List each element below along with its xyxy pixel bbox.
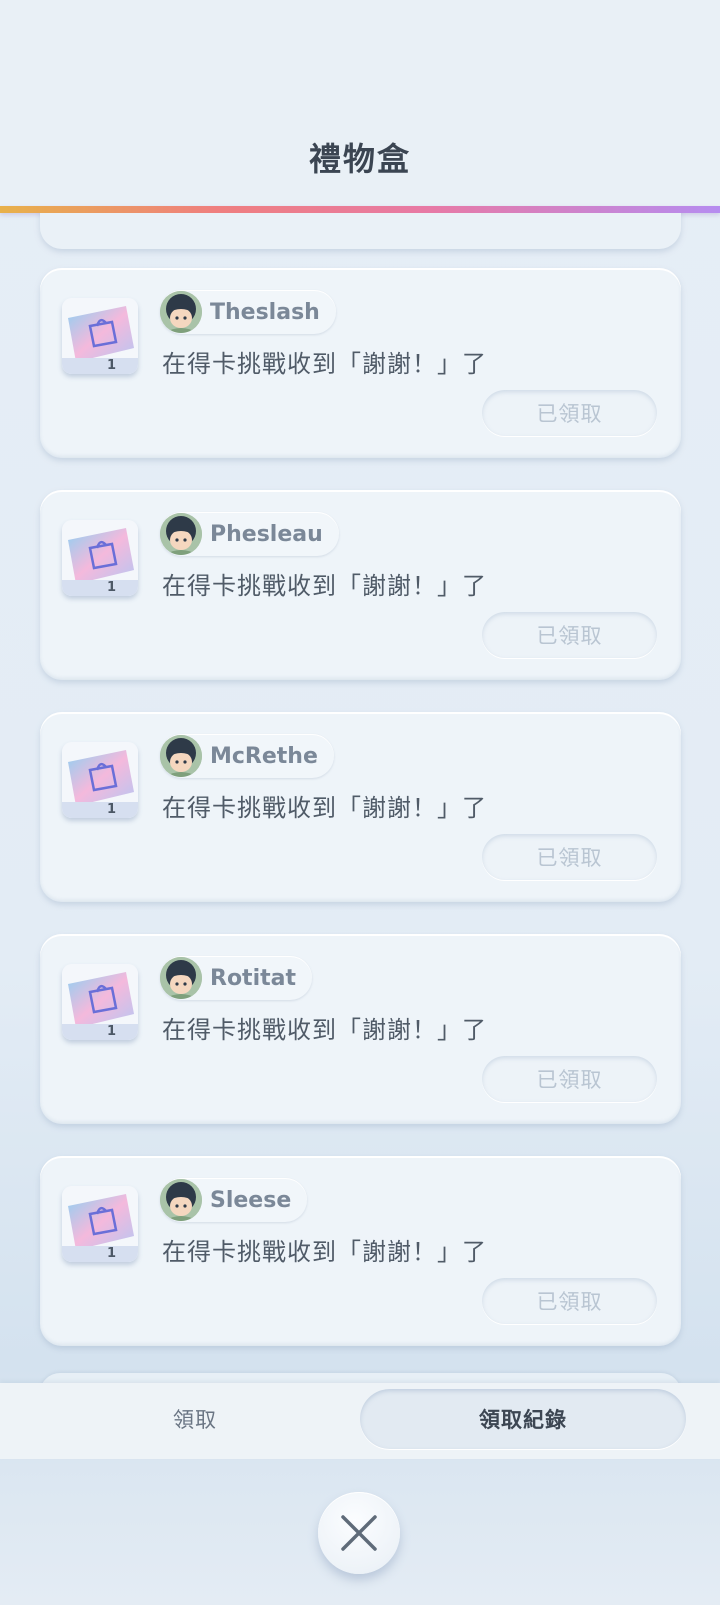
- gift-card-partial: [40, 1373, 681, 1383]
- tab-claim-history[interactable]: 領取紀錄: [360, 1389, 686, 1449]
- close-button[interactable]: [318, 1492, 400, 1574]
- user-name: Phesleau: [210, 521, 323, 547]
- gift-message: 在得卡挑戰收到「謝謝！」了: [162, 794, 487, 822]
- claimed-button[interactable]: 已領取: [482, 834, 657, 880]
- claimed-button[interactable]: 已領取: [482, 1056, 657, 1102]
- gift-card: 1 Sleese 在得卡挑戰收到「謝謝！」了 已領取: [40, 1156, 681, 1346]
- claimed-button[interactable]: 已領取: [482, 390, 657, 436]
- gift-card: 1 Rotitat 在得卡挑戰收到「謝謝！」了 已領取: [40, 934, 681, 1124]
- user-chip[interactable]: Rotitat: [160, 956, 312, 1000]
- header: 禮物盒: [0, 0, 720, 208]
- user-avatar-icon: [160, 735, 202, 777]
- user-avatar-icon: [160, 291, 202, 333]
- header-accent-divider: [0, 206, 720, 213]
- gift-quantity: 1: [106, 1024, 116, 1039]
- gift-bag-icon: 1: [62, 1186, 138, 1262]
- gift-card: 1 Phesleau 在得卡挑戰收到「謝謝！」了 已領取: [40, 490, 681, 680]
- user-chip[interactable]: Sleese: [160, 1178, 308, 1222]
- user-name: McRethe: [210, 743, 318, 769]
- user-avatar-icon: [160, 1179, 202, 1221]
- gift-message: 在得卡挑戰收到「謝謝！」了: [162, 350, 487, 378]
- gift-message: 在得卡挑戰收到「謝謝！」了: [162, 1238, 487, 1266]
- gift-bag-icon: 1: [62, 964, 138, 1040]
- tab-claim[interactable]: 領取: [20, 1389, 370, 1449]
- user-name: Sleese: [210, 1187, 292, 1213]
- claimed-button[interactable]: 已領取: [482, 1278, 657, 1324]
- gift-message: 在得卡挑戰收到「謝謝！」了: [162, 1016, 487, 1044]
- gift-quantity: 1: [106, 802, 116, 817]
- user-name: Theslash: [210, 299, 320, 325]
- gift-card-partial: [40, 213, 681, 249]
- user-avatar-icon: [160, 957, 202, 999]
- claimed-button[interactable]: 已領取: [482, 612, 657, 658]
- close-icon: [341, 1515, 377, 1551]
- gift-quantity: 1: [106, 358, 116, 373]
- user-chip[interactable]: Theslash: [160, 290, 336, 334]
- tab-bar: 領取 領取紀錄: [0, 1383, 720, 1459]
- gift-message: 在得卡挑戰收到「謝謝！」了: [162, 572, 487, 600]
- gift-bag-icon: 1: [62, 298, 138, 374]
- gift-quantity: 1: [106, 1246, 116, 1261]
- gift-list[interactable]: 1 Theslash 在得卡挑戰收到「謝謝！」了 已領取 1 Phesleau …: [0, 213, 720, 1383]
- gift-card: 1 Theslash 在得卡挑戰收到「謝謝！」了 已領取: [40, 268, 681, 458]
- page-title: 禮物盒: [308, 140, 411, 178]
- user-chip[interactable]: Phesleau: [160, 512, 339, 556]
- user-avatar-icon: [160, 513, 202, 555]
- gift-card: 1 McRethe 在得卡挑戰收到「謝謝！」了 已領取: [40, 712, 681, 902]
- user-name: Rotitat: [210, 965, 296, 991]
- user-chip[interactable]: McRethe: [160, 734, 334, 778]
- gift-quantity: 1: [106, 580, 116, 595]
- gift-bag-icon: 1: [62, 520, 138, 596]
- gift-bag-icon: 1: [62, 742, 138, 818]
